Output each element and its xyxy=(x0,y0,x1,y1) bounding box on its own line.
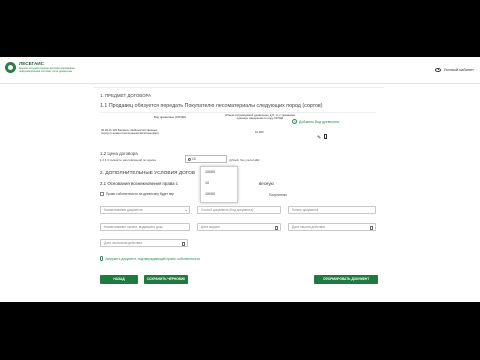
back-button[interactable]: НАЗАД xyxy=(100,275,138,284)
ownership-checkbox-label: Право собственности на древесину будет п… xyxy=(106,192,175,196)
trash-icon[interactable] xyxy=(324,134,327,139)
section1-subtitle: 1.1 Продавец обязуется передать Покупате… xyxy=(100,103,323,109)
user-label: Личный кабинет xyxy=(443,67,474,72)
document-name-placeholder: Наименование документа xyxy=(104,208,143,212)
generate-document-button[interactable]: СФОРМИРОВАТЬ ДОКУМЕНТ xyxy=(314,275,378,284)
paperclip-icon xyxy=(100,256,103,261)
document-number-field[interactable]: Номер документа xyxy=(288,206,376,214)
price-input[interactable]: 10 xyxy=(185,155,227,163)
add-species-link[interactable]: + Добавить Вид древесины xyxy=(292,119,339,124)
table-cell-species: 02.20.11.120 Балансы хвойных/лиственных … xyxy=(101,128,159,136)
end-date-placeholder: Дата окончания действия xyxy=(104,241,142,245)
dropdown-option[interactable]: 10000 xyxy=(205,192,215,196)
document-name-select[interactable]: Наименование документа xyxy=(100,206,190,214)
add-species-label: Добавить Вид древесины xyxy=(299,119,340,124)
calendar-icon xyxy=(274,226,278,230)
start-date-field[interactable]: Дата начала действия xyxy=(288,223,376,231)
issuing-authority-placeholder: Наименование органа, выдавшего доку xyxy=(104,225,163,229)
ownership-checkbox[interactable] xyxy=(100,192,104,196)
price-title: 1.2 Цена договора xyxy=(100,151,138,156)
price-value: 10 xyxy=(192,157,196,161)
section1-title: 1. ПРЕДМЕТ ДОГОВОРА xyxy=(100,93,152,98)
contract-form: 1. ПРЕДМЕТ ДОГОВОРА 1.1 Продавец обязует… xyxy=(94,87,384,302)
section2-subtitle: 2.1 Основания возникновения права с xyxy=(100,181,178,186)
dropdown-option[interactable]: 10 xyxy=(205,181,209,185)
attach-document-link[interactable]: Загрузить документ, подтверждающий право… xyxy=(100,256,200,261)
save-draft-button[interactable]: СОХРАНИТЬ ЧЕРНОВИК xyxy=(144,275,188,284)
chevron-down-icon xyxy=(185,210,187,211)
logo-subtitle: Единая государственная автоматизированна… xyxy=(19,67,75,73)
issue-date-placeholder: Дата выдачи xyxy=(201,225,220,229)
dropdown-option[interactable]: 10000 xyxy=(205,170,215,174)
search-icon xyxy=(187,158,191,161)
table-header-volume: Объем сопроводимой древесины, куб. м, с … xyxy=(224,113,296,121)
section2-title: 2. ДОПОЛНИТЕЛЬНЫЕ УСЛОВИЯ ДОГОВ xyxy=(100,171,196,176)
calendar-icon xyxy=(369,226,373,230)
start-date-placeholder: Дата начала действия xyxy=(292,225,326,229)
end-date-field[interactable]: Дата окончания действия xyxy=(100,239,188,247)
species-table: Вид древесины (ОКПД2) Объем сопроводимой… xyxy=(100,112,376,146)
price-autocomplete-dropdown: 10000 10 10000 xyxy=(200,166,238,203)
edit-icon[interactable]: ✎ xyxy=(317,135,321,141)
app-page: ЛЕСЕГАИС Единая государственная автомати… xyxy=(0,57,480,302)
logo[interactable]: ЛЕСЕГАИС Единая государственная автомати… xyxy=(5,61,87,81)
issue-date-field[interactable]: Дата выдачи xyxy=(197,223,281,231)
price-label: 1.2.1 Стоимость заготовленной по сделке xyxy=(100,158,157,162)
divider xyxy=(94,87,384,88)
document-number-placeholder: Номер документа xyxy=(292,208,319,212)
logo-mark-icon xyxy=(5,62,16,73)
table-header-species: Вид древесины (ОКПД2) xyxy=(153,115,186,119)
calendar-icon xyxy=(181,242,185,246)
ownership-checkbox-tail: Покупателю xyxy=(269,193,287,197)
eye-icon xyxy=(434,67,441,72)
app-header: ЛЕСЕГАИС Единая государственная автомати… xyxy=(0,57,480,84)
price-suffix: рублей, без учета НДС xyxy=(229,158,260,162)
plus-icon: + xyxy=(292,119,297,124)
logo-title: ЛЕСЕГАИС xyxy=(19,61,44,66)
user-menu[interactable]: Личный кабинет xyxy=(434,67,474,72)
table-cell-volume: 10,000 xyxy=(255,130,264,134)
ownership-checkbox-row[interactable]: Право собственности на древесину будет п… xyxy=(100,192,174,196)
attach-document-label: Загрузить документ, подтверждающий право… xyxy=(105,256,200,261)
document-code-placeholder: Способ документа (Код документа) xyxy=(201,208,254,212)
issuing-authority-field[interactable]: Наименование органа, выдавшего доку xyxy=(100,223,190,231)
document-code-field[interactable]: Способ документа (Код документа) xyxy=(197,206,281,214)
section2-subtitle-tail: весную xyxy=(259,181,274,186)
